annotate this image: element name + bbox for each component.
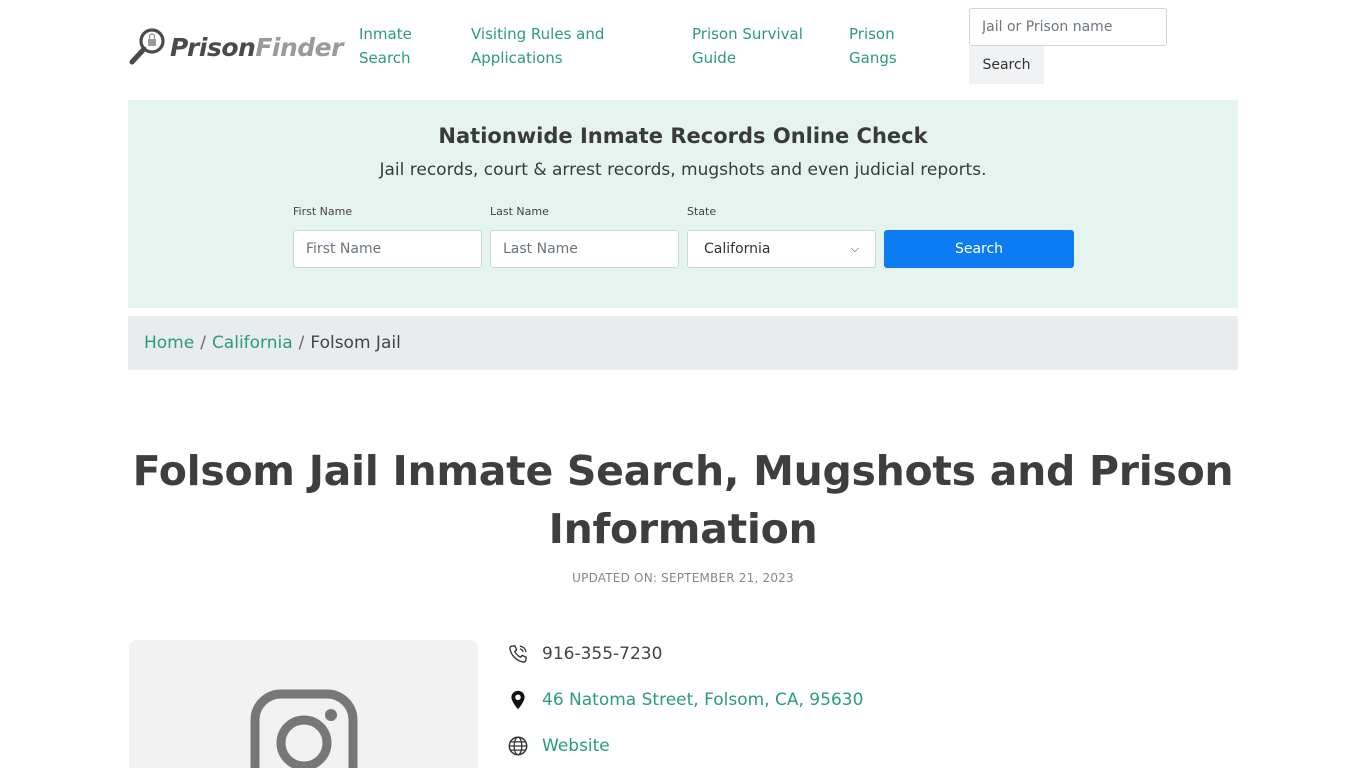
address-link[interactable]: 46 Natoma Street, Folsom, CA, 95630 (542, 690, 863, 710)
panel-subtitle: Jail records, court & arrest records, mu… (379, 160, 987, 180)
nav-label: Guide (692, 49, 737, 67)
nav-inmate-search[interactable]: Inmate Search (359, 22, 439, 70)
nav-prison-survival-guide[interactable]: Prison Survival Guide (692, 22, 822, 70)
prison-search-input[interactable] (969, 8, 1167, 46)
chevron-down-icon: ⌵ (850, 242, 859, 255)
site-logo[interactable]: PrisonFinder (128, 26, 343, 68)
last-name-label: Last Name (490, 205, 549, 218)
state-label: State (687, 205, 717, 218)
map-pin-icon (507, 689, 529, 711)
instagram-icon (250, 689, 358, 768)
breadcrumb-california[interactable]: California (212, 333, 293, 353)
nav-label: Gangs (849, 49, 897, 67)
page-title: Folsom Jail Inmate Search, Mugshots and … (128, 442, 1238, 558)
nav-visiting-rules[interactable]: Visiting Rules and Applications (471, 22, 641, 70)
nav-label: Inmate (359, 25, 412, 43)
logo-wordmark: PrisonFinder (170, 32, 343, 62)
breadcrumb-current: Folsom Jail (310, 333, 401, 353)
phone-icon (507, 643, 529, 665)
phone-row: 916-355-7230 (507, 641, 662, 667)
state-select[interactable]: California ⌵ (687, 230, 876, 268)
nav-label: Prison (849, 25, 895, 43)
records-search-button[interactable]: Search (884, 230, 1074, 268)
phone-number: 916-355-7230 (542, 644, 663, 664)
inmate-records-check-panel: Nationwide Inmate Records Online Check J… (128, 100, 1238, 308)
panel-title: Nationwide Inmate Records Online Check (438, 124, 928, 148)
nav-label: Visiting Rules and (471, 25, 605, 43)
prison-search-button[interactable]: Search (969, 46, 1044, 84)
breadcrumb-separator: / (298, 333, 305, 353)
website-row: Website (507, 733, 610, 759)
state-selected-value: California (704, 241, 771, 257)
page-title-line: Folsom Jail Inmate Search, Mugshots and … (132, 447, 1234, 495)
nav-label: Prison Survival (692, 25, 803, 43)
page-title-line: Information (548, 505, 818, 553)
globe-icon (507, 735, 529, 757)
nav-prison-gangs[interactable]: Prison Gangs (849, 22, 929, 70)
last-name-field[interactable] (490, 230, 679, 268)
updated-date: UPDATED ON: SEPTEMBER 21, 2023 (572, 571, 794, 585)
site-header: PrisonFinder Inmate Search Visiting Rule… (0, 0, 1366, 100)
address-row: 46 Natoma Street, Folsom, CA, 95630 (507, 687, 863, 713)
first-name-label: First Name (293, 205, 353, 218)
first-name-field[interactable] (293, 230, 482, 268)
magnifier-lock-icon (129, 28, 165, 65)
facility-photo[interactable] (129, 640, 478, 768)
breadcrumb: Home / California / Folsom Jail (128, 316, 1238, 370)
breadcrumb-separator: / (200, 333, 206, 353)
nav-label: Search (359, 49, 411, 67)
breadcrumb-home[interactable]: Home (144, 333, 194, 353)
nav-label: Applications (471, 49, 563, 67)
website-link[interactable]: Website (542, 736, 610, 756)
